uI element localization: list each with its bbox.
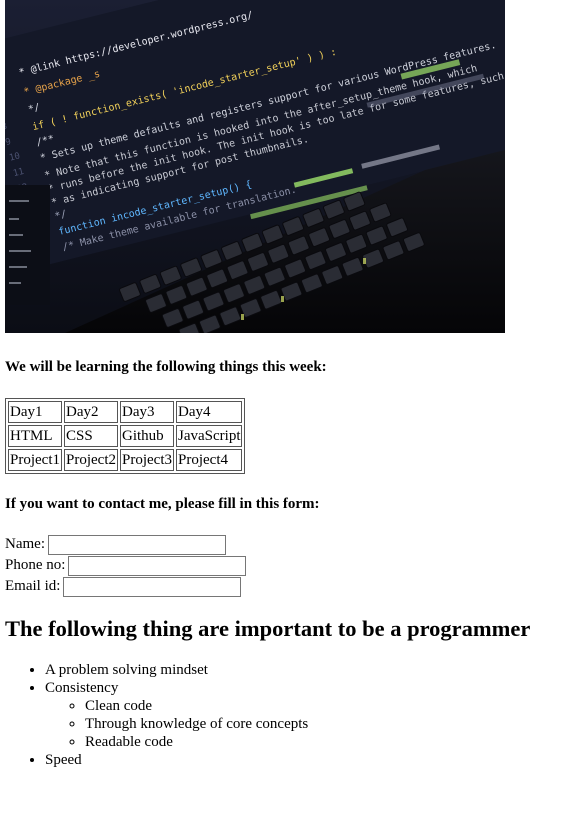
- table-cell: Day4: [176, 401, 243, 423]
- list-item-label: Consistency: [45, 680, 119, 696]
- table-cell: Day3: [120, 401, 174, 423]
- sub-list-item: Readable code: [85, 733, 570, 751]
- table-cell: Project1: [8, 449, 62, 471]
- phone-input[interactable]: [68, 555, 247, 576]
- table-cell: Day2: [64, 401, 118, 423]
- schedule-heading: We will be learning the following things…: [5, 359, 327, 375]
- email-label: Email id:: [5, 578, 61, 594]
- table-cell: JavaScript: [176, 425, 243, 447]
- name-input[interactable]: [47, 534, 226, 555]
- list-item: Consistency Clean code Through knowledge…: [45, 679, 570, 751]
- table-cell: CSS: [64, 425, 118, 447]
- table-row: HTML CSS Github JavaScript: [8, 425, 243, 447]
- table-cell: Project2: [64, 449, 118, 471]
- phone-label: Phone no:: [5, 557, 66, 573]
- table-cell: Day1: [8, 401, 62, 423]
- programmer-title: The following thing are important to be …: [5, 616, 531, 641]
- email-row: Email id:: [5, 576, 570, 597]
- skills-list: A problem solving mindset Consistency Cl…: [5, 661, 570, 769]
- laptop-code-image: 56 78 910 1112 1314 15 * @link https://d…: [5, 0, 505, 333]
- sub-list-item: Through knowledge of core concepts: [85, 715, 570, 733]
- list-item: Speed: [45, 751, 570, 769]
- name-row: Name:: [5, 534, 570, 555]
- name-label: Name:: [5, 536, 45, 552]
- table-cell: Github: [120, 425, 174, 447]
- contact-heading: If you want to contact me, please fill i…: [5, 496, 320, 512]
- table-row: Day1 Day2 Day3 Day4: [8, 401, 243, 423]
- table-row: Project1 Project2 Project3 Project4: [8, 449, 243, 471]
- table-cell: Project3: [120, 449, 174, 471]
- schedule-table: Day1 Day2 Day3 Day4 HTML CSS Github Java…: [5, 398, 246, 474]
- sub-list-item: Clean code: [85, 697, 570, 715]
- page: 56 78 910 1112 1314 15 * @link https://d…: [0, 0, 575, 769]
- sub-list: Clean code Through knowledge of core con…: [45, 697, 570, 751]
- list-item: A problem solving mindset: [45, 661, 570, 679]
- phone-row: Phone no:: [5, 555, 570, 576]
- email-input[interactable]: [63, 576, 242, 597]
- table-cell: Project4: [176, 449, 243, 471]
- table-cell: HTML: [8, 425, 62, 447]
